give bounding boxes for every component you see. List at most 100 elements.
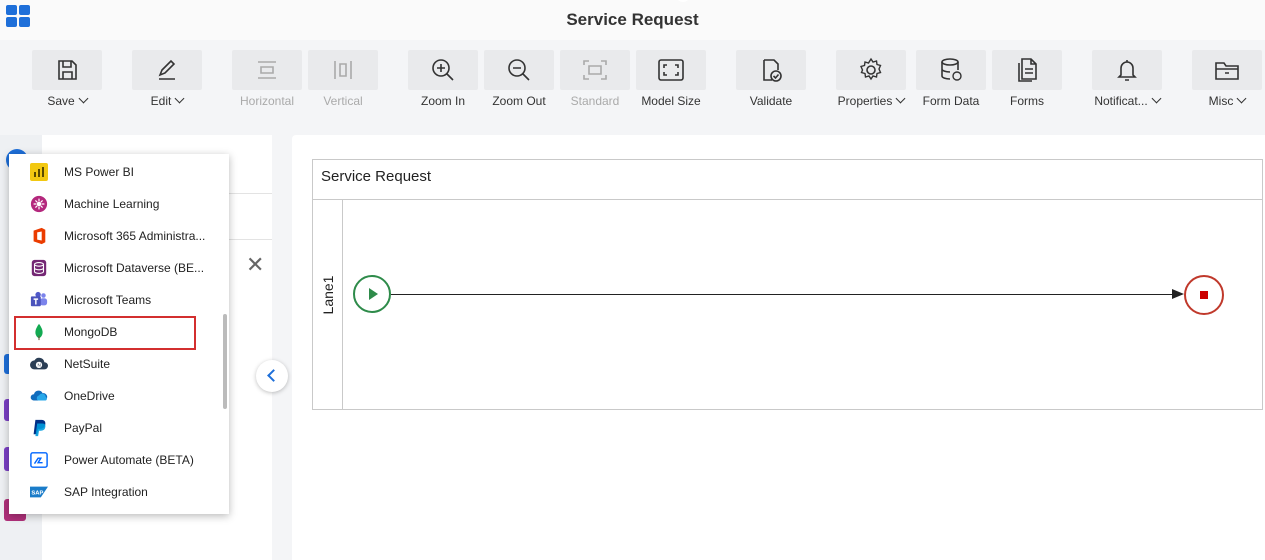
horizontal-icon [258, 61, 276, 79]
edit-button[interactable]: Edit [132, 40, 202, 116]
onedrive-icon [30, 390, 48, 401]
close-icon[interactable]: ✕ [246, 254, 264, 276]
list-item-label: MongoDB [64, 325, 118, 339]
edit-label: Edit [150, 94, 172, 108]
vertical-icon [334, 61, 352, 79]
properties-button[interactable]: Properties [836, 40, 906, 116]
teams-icon [30, 291, 48, 307]
list-item-machine-learning[interactable]: Machine Learning [9, 188, 219, 220]
forms-button[interactable]: Forms [992, 40, 1062, 116]
page-title: Service Request [566, 10, 699, 29]
notifications-button[interactable]: Notificat... [1092, 40, 1162, 116]
lane-label: Lane1 [320, 275, 336, 315]
header-notch [676, 0, 690, 2]
mongodb-icon [35, 323, 43, 341]
list-item-label: PayPal [64, 421, 103, 435]
forms-label: Forms [1010, 94, 1044, 108]
chevron-left-icon [267, 369, 280, 382]
list-item-label: Microsoft 365 Administra... [64, 229, 206, 243]
list-item-mongodb[interactable]: MongoDB [9, 316, 219, 350]
list-item-label: Microsoft Teams [64, 293, 152, 307]
list-item-label: Machine Learning [64, 197, 160, 211]
list-item-label: MS Power BI [64, 165, 135, 179]
database-icon [941, 58, 962, 81]
save-button[interactable]: Save [32, 40, 102, 116]
start-event[interactable] [353, 275, 391, 313]
validate-button[interactable]: Validate [736, 40, 806, 116]
svg-text:SAP: SAP [31, 490, 43, 496]
machine-learning-icon [30, 195, 48, 213]
list-item-label: OneDrive [64, 389, 115, 403]
bell-icon [1117, 60, 1137, 81]
toolbar: Save Edit Horizontal Vertical Zoom In Zo… [0, 40, 1265, 116]
model-size-icon [658, 59, 684, 81]
standard-icon [583, 60, 607, 80]
list-item-netsuite[interactable]: N NetSuite [9, 348, 219, 380]
pool-title: Service Request [313, 160, 1262, 200]
zoom-in-label: Zoom In [420, 94, 465, 108]
standard-button[interactable]: Standard [560, 40, 630, 116]
vertical-button[interactable]: Vertical [308, 40, 378, 116]
chevron-down-icon [895, 93, 906, 104]
standard-label: Standard [570, 94, 620, 108]
list-item-label: SAP Integration [64, 485, 148, 499]
collapse-panel-button[interactable] [256, 360, 288, 392]
connector-dropdown: MS Power BI Machine Learning Microsoft 3… [9, 154, 229, 514]
chevron-down-icon [1151, 93, 1162, 104]
dropdown-scrollbar[interactable] [223, 314, 227, 409]
chevron-down-icon [1236, 93, 1247, 104]
power-bi-icon [30, 163, 48, 181]
properties-label: Properties [837, 94, 893, 108]
form-data-button[interactable]: Form Data [916, 40, 986, 116]
zoom-in-icon [432, 59, 454, 81]
misc-label: Misc [1208, 94, 1234, 108]
arrow-head-icon [1172, 289, 1184, 299]
play-icon [369, 288, 378, 300]
forms-icon [1018, 58, 1037, 82]
sequence-flow[interactable] [391, 294, 1182, 295]
netsuite-icon: N [30, 357, 48, 370]
list-item-power-automate[interactable]: Power Automate (BETA) [9, 444, 219, 476]
model-size-label: Model Size [641, 94, 701, 108]
misc-button[interactable]: Misc [1192, 40, 1262, 116]
list-item-sap-integration[interactable]: SAP SAP Integration [9, 476, 219, 508]
paypal-icon [33, 419, 46, 437]
notifications-label: Notificat... [1094, 94, 1148, 108]
chevron-down-icon [174, 93, 185, 104]
app-header: Service Request [0, 0, 1265, 40]
horizontal-label: Horizontal [239, 94, 295, 108]
zoom-out-button[interactable]: Zoom Out [484, 40, 554, 116]
list-item-label: Microsoft Dataverse (BE... [64, 261, 205, 275]
list-item-microsoft-teams[interactable]: Microsoft Teams [9, 284, 219, 316]
list-item-onedrive[interactable]: OneDrive [9, 380, 219, 412]
zoom-out-label: Zoom Out [492, 94, 546, 108]
sap-icon: SAP [30, 486, 48, 498]
list-item-microsoft-dataverse[interactable]: Microsoft Dataverse (BE... [9, 252, 219, 284]
list-item-label: Power Automate (BETA) [64, 453, 194, 467]
lane-header[interactable]: Lane1 [313, 200, 343, 409]
edit-icon [158, 59, 176, 80]
form-data-label: Form Data [922, 94, 980, 108]
model-size-button[interactable]: Model Size [636, 40, 706, 116]
validate-label: Validate [749, 94, 793, 108]
horizontal-button[interactable]: Horizontal [232, 40, 302, 116]
process-canvas[interactable]: Service Request Lane1 [292, 135, 1265, 560]
save-icon [58, 60, 77, 80]
dataverse-icon [31, 259, 47, 277]
list-item-ms-power-bi[interactable]: MS Power BI [9, 156, 219, 188]
validate-icon [763, 59, 782, 82]
chevron-down-icon [78, 93, 89, 104]
list-item-paypal[interactable]: PayPal [9, 412, 219, 444]
power-automate-icon [30, 452, 48, 468]
end-event[interactable] [1184, 275, 1224, 315]
office365-icon [33, 227, 46, 245]
list-item-label: NetSuite [64, 357, 111, 371]
zoom-out-icon [508, 59, 530, 81]
zoom-in-button[interactable]: Zoom In [408, 40, 478, 116]
pool[interactable]: Service Request Lane1 [312, 159, 1263, 410]
save-label: Save [47, 94, 75, 108]
list-item-microsoft-365[interactable]: Microsoft 365 Administra... [9, 220, 219, 252]
svg-text:N: N [37, 363, 40, 368]
stop-icon [1200, 291, 1208, 299]
vertical-label: Vertical [323, 94, 363, 108]
